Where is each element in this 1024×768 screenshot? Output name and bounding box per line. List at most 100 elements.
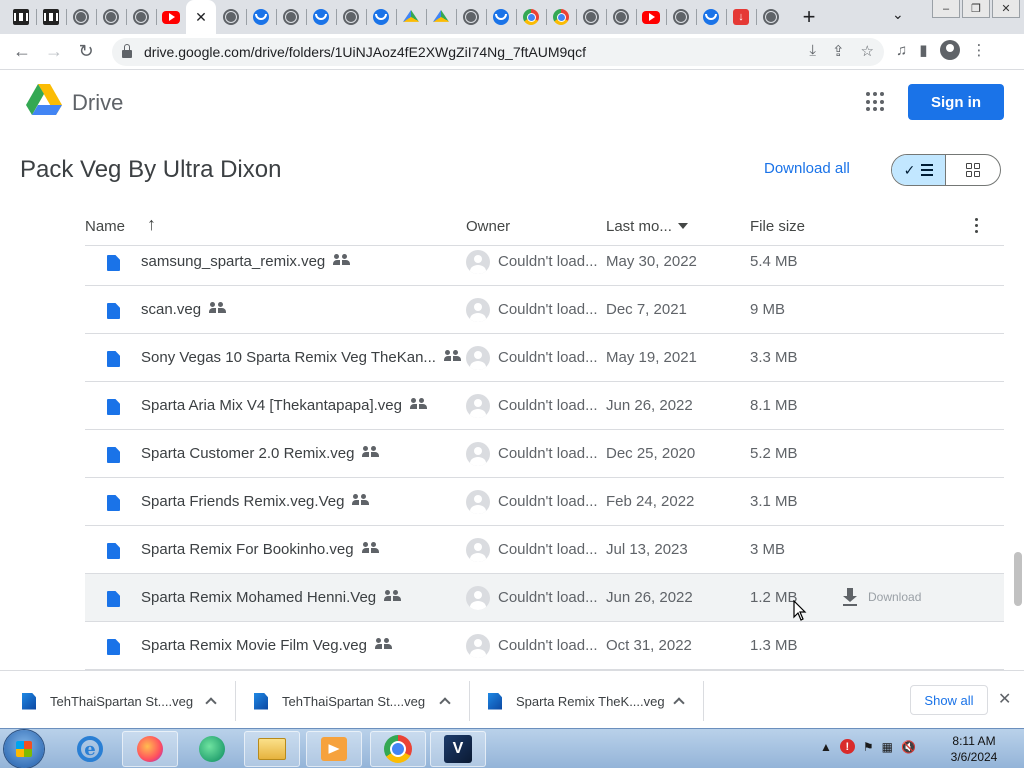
close-window-button[interactable]: ✕ bbox=[992, 0, 1020, 18]
more-options-icon[interactable] bbox=[975, 218, 978, 233]
start-button[interactable] bbox=[4, 730, 44, 768]
taskbar-green-app[interactable] bbox=[184, 731, 240, 767]
show-hidden-icons-arrow-icon[interactable]: ▲ bbox=[820, 740, 832, 754]
browser-tab[interactable] bbox=[516, 0, 546, 34]
taskbar-file-explorer[interactable] bbox=[244, 731, 300, 767]
column-last-modified[interactable]: Last mo... bbox=[606, 218, 688, 235]
browser-tab[interactable] bbox=[96, 0, 126, 34]
sort-ascending-arrow-icon[interactable]: ↑ bbox=[147, 214, 156, 235]
taskbar-clock[interactable]: 8:11 AM 3/6/2024 bbox=[946, 733, 1002, 765]
table-row[interactable]: Sparta Remix For Bookinho.veg Couldn't lo… bbox=[85, 526, 1004, 574]
browser-tab[interactable] bbox=[606, 0, 636, 34]
action-center-flag-icon[interactable]: ⚑ bbox=[863, 740, 874, 754]
table-row[interactable]: Sparta Aria Mix V4 [Thekantapapa].veg Cou… bbox=[85, 382, 1004, 430]
scrollbar-thumb[interactable] bbox=[1014, 552, 1022, 606]
browser-tab[interactable] bbox=[276, 0, 306, 34]
network-icon[interactable]: ▦ bbox=[882, 740, 893, 754]
file-name[interactable]: Sparta Remix Mohamed Henni.Veg bbox=[141, 589, 402, 606]
share-icon[interactable]: ⇪ bbox=[832, 42, 845, 60]
browser-tab[interactable] bbox=[426, 0, 456, 34]
new-tab-button[interactable]: + bbox=[794, 4, 824, 30]
list-view-button[interactable]: ✓ bbox=[892, 155, 946, 185]
browser-tab[interactable] bbox=[396, 0, 426, 34]
browser-tab[interactable] bbox=[546, 0, 576, 34]
side-panel-icon[interactable]: ▮ bbox=[919, 41, 927, 59]
minimize-button[interactable]: – bbox=[932, 0, 960, 18]
browser-tab[interactable] bbox=[576, 0, 606, 34]
close-tab-icon[interactable]: ✕ bbox=[195, 9, 207, 26]
browser-tab[interactable] bbox=[216, 0, 246, 34]
table-row[interactable]: Sparta Customer 2.0 Remix.veg Couldn't lo… bbox=[85, 430, 1004, 478]
browser-menu-icon[interactable]: ⋮ bbox=[972, 41, 987, 59]
browser-tab[interactable] bbox=[756, 0, 786, 34]
browser-tab[interactable] bbox=[486, 0, 516, 34]
browser-tab[interactable] bbox=[66, 0, 96, 34]
forward-button[interactable]: → bbox=[38, 41, 70, 62]
address-bar[interactable]: drive.google.com/drive/folders/1UiNJAoz4… bbox=[112, 38, 884, 66]
browser-tab[interactable] bbox=[246, 0, 276, 34]
taskbar-internet-explorer[interactable]: e bbox=[62, 731, 118, 767]
bookmark-star-icon[interactable]: ☆ bbox=[861, 42, 874, 60]
chevron-up-icon[interactable] bbox=[673, 697, 685, 709]
tab-search-chevron-icon[interactable]: ⌄ bbox=[892, 6, 904, 23]
file-name[interactable]: Sparta Remix For Bookinho.veg bbox=[141, 541, 380, 558]
file-name[interactable]: Sparta Customer 2.0 Remix.veg bbox=[141, 445, 380, 462]
table-row[interactable]: samsung_sparta_remix.veg Couldn't load...… bbox=[85, 238, 1004, 286]
url-text[interactable]: drive.google.com/drive/folders/1UiNJAoz4… bbox=[144, 44, 586, 60]
browser-tab[interactable] bbox=[156, 0, 186, 34]
browser-tab[interactable] bbox=[36, 0, 66, 34]
file-name[interactable]: scan.veg bbox=[141, 301, 227, 318]
download-item[interactable]: TehThaiSpartan St....veg bbox=[0, 681, 236, 721]
table-row[interactable]: scan.veg Couldn't load... Dec 7, 2021 9 MB bbox=[85, 286, 1004, 334]
download-page-icon[interactable]: ⤓ bbox=[809, 42, 816, 60]
browser-tab[interactable] bbox=[636, 0, 666, 34]
browser-tab[interactable] bbox=[6, 0, 36, 34]
chevron-up-icon[interactable] bbox=[439, 697, 451, 709]
file-name[interactable]: Sony Vegas 10 Sparta Remix Veg TheKan... bbox=[141, 349, 462, 366]
file-name[interactable]: Sparta Remix Movie Film Veg.veg bbox=[141, 637, 393, 654]
file-name[interactable]: samsung_sparta_remix.veg bbox=[141, 253, 351, 270]
download-item[interactable]: Sparta Remix TheK....veg bbox=[470, 681, 704, 721]
chevron-up-icon[interactable] bbox=[205, 697, 217, 709]
browser-tab[interactable] bbox=[306, 0, 336, 34]
file-name[interactable]: Sparta Aria Mix V4 [Thekantapapa].veg bbox=[141, 397, 428, 414]
drive-product-name[interactable]: Drive bbox=[72, 90, 123, 116]
google-drive-logo[interactable] bbox=[26, 84, 62, 116]
sign-in-button[interactable]: Sign in bbox=[908, 84, 1004, 120]
taskbar-chrome[interactable] bbox=[370, 731, 426, 767]
browser-tab[interactable] bbox=[126, 0, 156, 34]
lock-icon[interactable] bbox=[122, 44, 132, 58]
restore-button[interactable]: ❐ bbox=[962, 0, 990, 18]
browser-tab[interactable] bbox=[726, 0, 756, 34]
file-name[interactable]: Sparta Friends Remix.veg.Veg bbox=[141, 493, 370, 510]
taskbar-firefox[interactable] bbox=[122, 731, 178, 767]
download-item[interactable]: TehThaiSpartan St....veg bbox=[236, 681, 470, 721]
column-file-size[interactable]: File size bbox=[750, 218, 805, 235]
column-name[interactable]: Name bbox=[85, 218, 125, 235]
profile-avatar-icon[interactable] bbox=[939, 40, 960, 60]
row-download-button[interactable]: Download bbox=[842, 588, 921, 606]
tab-active[interactable]: ✕ bbox=[186, 0, 216, 34]
column-owner[interactable]: Owner bbox=[466, 218, 510, 235]
taskbar-media-player[interactable] bbox=[306, 731, 362, 767]
volume-muted-icon[interactable]: 🔇 bbox=[901, 740, 916, 754]
table-row[interactable]: Sony Vegas 10 Sparta Remix Veg TheKan...… bbox=[85, 334, 1004, 382]
back-button[interactable]: ← bbox=[6, 41, 38, 62]
reload-button[interactable]: ↻ bbox=[70, 41, 102, 62]
google-apps-icon[interactable] bbox=[866, 92, 886, 112]
close-shelf-icon[interactable]: ✕ bbox=[998, 689, 1011, 709]
media-control-icon[interactable]: ♫ bbox=[896, 42, 907, 59]
show-all-downloads-button[interactable]: Show all bbox=[910, 685, 988, 715]
browser-tab[interactable] bbox=[696, 0, 726, 34]
security-alert-icon[interactable]: ! bbox=[839, 739, 855, 754]
browser-tab[interactable] bbox=[366, 0, 396, 34]
table-row[interactable]: Sparta Friends Remix.veg.Veg Couldn't loa… bbox=[85, 478, 1004, 526]
grid-view-button[interactable] bbox=[946, 155, 1000, 185]
download-all-button[interactable]: Download all bbox=[764, 160, 850, 177]
table-row[interactable]: Sparta Remix Mohamed Henni.Veg Couldn't l… bbox=[85, 574, 1004, 622]
browser-tab[interactable] bbox=[666, 0, 696, 34]
taskbar-vegas[interactable]: V bbox=[430, 731, 486, 767]
table-row[interactable]: Sparta Remix Movie Film Veg.veg Couldn't … bbox=[85, 622, 1004, 670]
browser-tab[interactable] bbox=[336, 0, 366, 34]
browser-tab[interactable] bbox=[456, 0, 486, 34]
